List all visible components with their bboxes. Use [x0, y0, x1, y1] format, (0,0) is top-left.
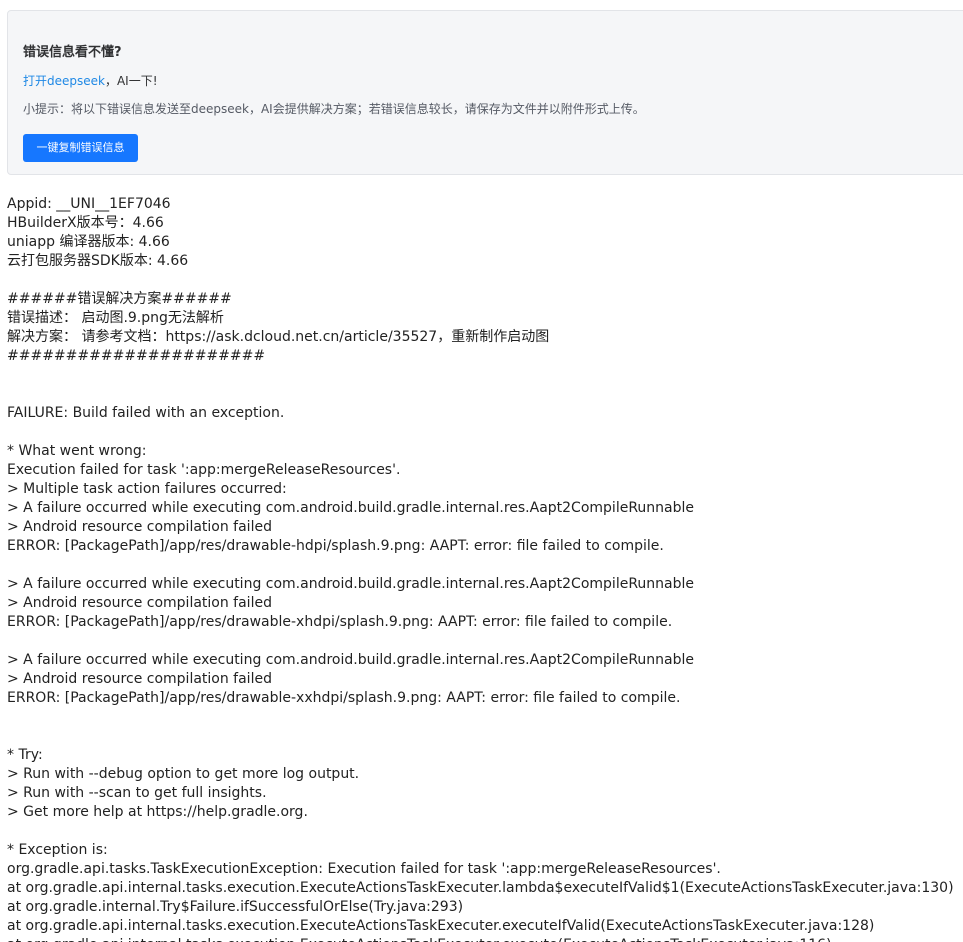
log-line: at org.gradle.internal.Try$Failure.ifSuc… — [7, 899, 464, 915]
log-line: ERROR: [PackagePath]/app/res/drawable-xh… — [7, 614, 673, 630]
log-line: FAILURE: Build failed with an exception. — [7, 405, 285, 421]
log-line: ERROR: [PackagePath]/app/res/drawable-hd… — [7, 538, 664, 554]
log-line: at org.gradle.api.internal.tasks.executi… — [7, 880, 954, 896]
log-line: Appid: __UNI__1EF7046 — [7, 196, 171, 212]
log-line: 云打包服务器SDK版本: 4.66 — [7, 253, 189, 269]
log-line: ######错误解决方案###### — [7, 291, 232, 307]
log-line: at org.gradle.api.internal.tasks.executi… — [7, 918, 875, 934]
error-help-tip: 小提示：将以下错误信息发送至deepseek，AI会提供解决方案；若错误信息较长… — [23, 102, 645, 116]
log-line: at org.gradle.api.internal.tasks.executi… — [7, 936, 963, 942]
log-blank-line — [7, 727, 963, 746]
log-line: * What went wrong: — [7, 443, 147, 459]
log-blank-line — [7, 271, 963, 290]
log-line: ERROR: [PackagePath]/app/res/drawable-xx… — [7, 690, 681, 706]
open-deepseek-link[interactable]: 打开deepseek — [23, 74, 105, 88]
log-line: > Multiple task action failures occurred… — [7, 481, 287, 497]
build-error-log[interactable]: Appid: __UNI__1EF7046 HBuilderX版本号：4.66 un… — [7, 195, 963, 942]
log-line: uniapp 编译器版本: 4.66 — [7, 234, 170, 250]
log-line: > Android resource compilation failed — [7, 519, 272, 535]
log-line: org.gradle.api.tasks.TaskExecutionExcept… — [7, 861, 721, 877]
error-help-card: 错误信息看不懂? 打开deepseek，AI一下! 小提示：将以下错误信息发送至… — [7, 10, 963, 175]
deepseek-prompt-suffix: ，AI一下! — [104, 74, 158, 88]
log-line: * Try: — [7, 747, 43, 763]
log-line: > Get more help at https://help.gradle.o… — [7, 804, 308, 820]
log-line: 错误描述： 启动图.9.png无法解析 — [7, 310, 224, 326]
log-line: 解决方案： 请参考文档：https://ask.dcloud.net.cn/ar… — [7, 329, 550, 345]
log-line: Execution failed for task ':app:mergeRel… — [7, 462, 401, 478]
log-blank-line — [7, 366, 963, 385]
log-line: HBuilderX版本号：4.66 — [7, 215, 164, 231]
log-line: > Android resource compilation failed — [7, 671, 272, 687]
log-blank-line — [7, 632, 963, 651]
log-line: * Exception is: — [7, 842, 108, 858]
log-line: > Run with --debug option to get more lo… — [7, 766, 360, 782]
log-blank-line — [7, 385, 963, 404]
log-blank-line — [7, 708, 963, 727]
deepseek-prompt: 打开deepseek，AI一下! — [23, 72, 158, 89]
log-line: > A failure occurred while executing com… — [7, 576, 695, 592]
log-line: > A failure occurred while executing com… — [7, 652, 695, 668]
log-blank-line — [7, 822, 963, 841]
log-blank-line — [7, 556, 963, 575]
log-line: > Android resource compilation failed — [7, 595, 272, 611]
log-line: > A failure occurred while executing com… — [7, 500, 695, 516]
log-line: > Run with --scan to get full insights. — [7, 785, 267, 801]
log-blank-line — [7, 423, 963, 442]
copy-error-button[interactable]: 一键复制错误信息 — [23, 134, 138, 162]
log-line: ###################### — [7, 348, 266, 364]
error-help-title: 错误信息看不懂? — [23, 45, 122, 60]
